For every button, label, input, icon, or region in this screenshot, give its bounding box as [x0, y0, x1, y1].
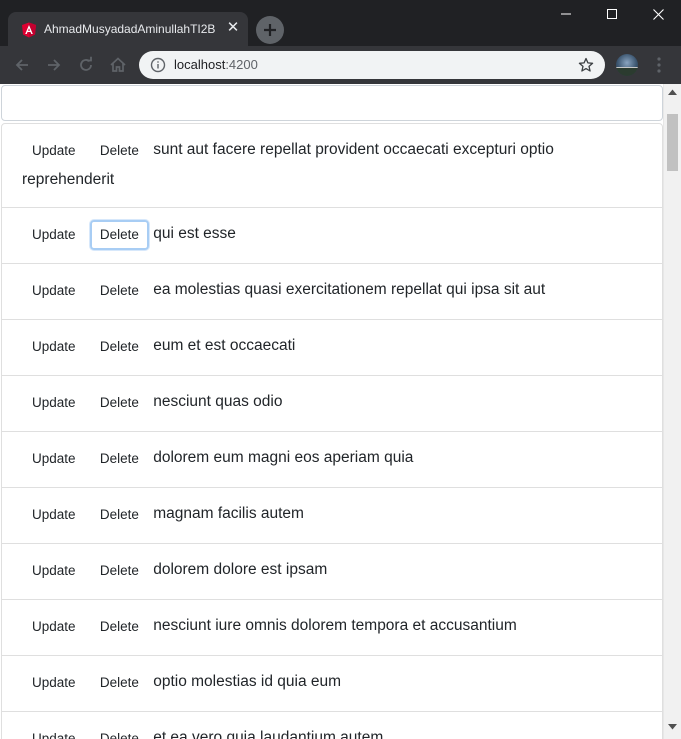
list-item: Update Delete ea molestias quasi exercit… [2, 264, 662, 320]
post-title: magnam facilis autem [153, 505, 304, 522]
delete-button[interactable]: Delete [90, 724, 149, 739]
close-window-button[interactable] [635, 0, 681, 30]
list-item: Update Delete qui est esse [2, 208, 662, 264]
delete-button[interactable]: Delete [90, 388, 149, 418]
info-icon[interactable] [150, 57, 166, 73]
list-item: Update Delete nesciunt quas odio [2, 376, 662, 432]
new-tab-button[interactable] [256, 16, 284, 44]
update-button[interactable]: Update [22, 556, 86, 586]
scroll-down-icon[interactable] [668, 724, 677, 730]
tab-title: AhmadMusyadadAminullahTI2B [44, 22, 216, 36]
minimize-icon [561, 13, 571, 15]
post-title: nesciunt quas odio [153, 393, 283, 410]
update-button[interactable]: Update [22, 668, 86, 698]
list-item: Update Delete nesciunt iure omnis dolore… [2, 600, 662, 656]
update-button[interactable]: Update [22, 500, 86, 530]
post-title: dolorem dolore est ipsam [153, 561, 328, 578]
close-window-icon [653, 9, 664, 20]
delete-button[interactable]: Delete [89, 220, 149, 250]
post-list: Update Delete sunt aut facere repellat p… [1, 123, 663, 739]
delete-button[interactable]: Delete [90, 136, 149, 166]
scroll-up-icon[interactable] [668, 89, 677, 95]
address-bar[interactable]: localhost:4200 [139, 51, 605, 79]
update-button[interactable]: Update [22, 612, 86, 642]
update-button[interactable]: Update [22, 724, 86, 739]
profile-avatar[interactable] [616, 54, 638, 76]
delete-button[interactable]: Delete [90, 276, 149, 306]
star-icon[interactable] [578, 57, 594, 73]
list-item: Update Delete et ea vero quia laudantium… [2, 712, 662, 739]
browser-toolbar: localhost:4200 [0, 46, 681, 84]
url-text: localhost:4200 [174, 57, 258, 72]
delete-button[interactable]: Delete [90, 612, 149, 642]
vertical-scrollbar[interactable] [663, 84, 681, 739]
list-item: Update Delete magnam facilis autem [2, 488, 662, 544]
update-button[interactable]: Update [22, 332, 86, 362]
menu-dots-icon[interactable] [654, 56, 664, 74]
delete-button[interactable]: Delete [90, 668, 149, 698]
search-input[interactable] [1, 85, 663, 121]
delete-button[interactable]: Delete [90, 556, 149, 586]
maximize-icon [607, 9, 617, 19]
post-title: qui est esse [153, 225, 236, 242]
list-item: Update Delete sunt aut facere repellat p… [2, 124, 662, 208]
close-icon[interactable]: ✕ [225, 20, 241, 36]
browser-tab[interactable]: AhmadMusyadadAminullahTI2B ✕ [8, 12, 248, 46]
list-item: Update Delete optio molestias id quia eu… [2, 656, 662, 712]
post-title: et ea vero quia laudantium autem [153, 729, 384, 739]
post-title: eum et est occaecati [153, 337, 296, 354]
minimize-button[interactable] [543, 0, 589, 30]
delete-button[interactable]: Delete [90, 500, 149, 530]
list-item: Update Delete dolorem eum magni eos aper… [2, 432, 662, 488]
update-button[interactable]: Update [22, 388, 86, 418]
forward-icon[interactable] [44, 55, 64, 75]
maximize-button[interactable] [589, 0, 635, 30]
update-button[interactable]: Update [22, 136, 86, 166]
update-button[interactable]: Update [22, 276, 86, 306]
scroll-thumb[interactable] [667, 114, 678, 171]
plus-icon [264, 24, 276, 36]
post-title: ea molestias quasi exercitationem repell… [153, 281, 546, 298]
reload-icon[interactable] [76, 55, 96, 75]
browser-titlebar: AhmadMusyadadAminullahTI2B ✕ [0, 0, 681, 46]
back-icon[interactable] [12, 55, 32, 75]
post-title: optio molestias id quia eum [153, 673, 342, 690]
post-title: nesciunt iure omnis dolorem tempora et a… [153, 617, 517, 634]
angular-logo-icon [22, 22, 36, 38]
update-button[interactable]: Update [22, 220, 86, 250]
delete-button[interactable]: Delete [90, 444, 149, 474]
post-title: dolorem eum magni eos aperiam quia [153, 449, 414, 466]
home-icon[interactable] [108, 55, 128, 75]
list-item: Update Delete eum et est occaecati [2, 320, 662, 376]
list-item: Update Delete dolorem dolore est ipsam [2, 544, 662, 600]
page-viewport: Update Delete sunt aut facere repellat p… [0, 84, 681, 739]
update-button[interactable]: Update [22, 444, 86, 474]
delete-button[interactable]: Delete [90, 332, 149, 362]
